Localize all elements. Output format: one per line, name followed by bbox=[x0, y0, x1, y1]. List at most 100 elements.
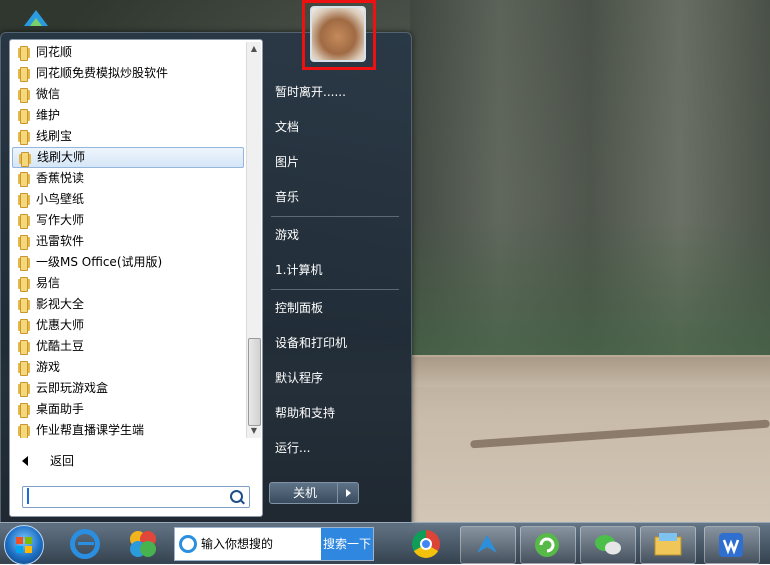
program-item[interactable]: 线刷宝 bbox=[12, 126, 244, 147]
right-menu-item[interactable]: 音乐 bbox=[267, 182, 405, 212]
program-item[interactable]: 影视大全 bbox=[12, 294, 244, 315]
program-label: 作业帮直播课学生端 bbox=[36, 423, 145, 437]
program-list-scrollbar[interactable]: ▲ ▼ bbox=[246, 42, 261, 438]
program-label: 香蕉悦读 bbox=[36, 171, 85, 185]
program-item[interactable]: 小鸟壁纸 bbox=[12, 189, 244, 210]
program-item[interactable]: 微信 bbox=[12, 84, 244, 105]
program-label: 迅雷软件 bbox=[36, 234, 85, 248]
program-item[interactable]: 同花顺 bbox=[12, 42, 244, 63]
taskbar-wps[interactable] bbox=[704, 526, 760, 564]
program-label: 同花顺 bbox=[36, 45, 73, 59]
wechat-icon bbox=[595, 535, 621, 555]
program-item[interactable]: 写作大师 bbox=[12, 210, 244, 231]
ie-small-icon bbox=[179, 535, 197, 553]
program-label: 一级MS Office(试用版) bbox=[36, 255, 163, 269]
folder-icon bbox=[18, 235, 30, 250]
folder-icon bbox=[18, 277, 30, 292]
folder-icon bbox=[18, 130, 30, 145]
program-item[interactable]: 同花顺免费模拟炒股软件 bbox=[12, 63, 244, 84]
program-label: 云即玩游戏盒 bbox=[36, 381, 109, 395]
grass-scenery bbox=[410, 220, 770, 360]
program-item[interactable]: 维护 bbox=[12, 105, 244, 126]
program-item[interactable]: 香蕉悦读 bbox=[12, 168, 244, 189]
right-menu-item[interactable]: 游戏 bbox=[267, 220, 405, 250]
right-menu-item[interactable]: 文档 bbox=[267, 112, 405, 142]
programs-pane: 同花顺同花顺免费模拟炒股软件微信维护线刷宝线刷大师香蕉悦读小鸟壁纸写作大师迅雷软… bbox=[9, 39, 263, 517]
taskbar-app-colorful[interactable] bbox=[116, 526, 170, 562]
start-menu-right-pane: 暂时离开...... 文档图片音乐游戏 1.计算机控制面板设备和打印机 默认程序帮助和… bbox=[267, 73, 405, 513]
program-label: 优惠大师 bbox=[36, 318, 85, 332]
program-item[interactable]: 桌面助手 bbox=[12, 399, 244, 420]
right-menu-item[interactable]: 默认程序 bbox=[267, 363, 405, 393]
program-label: 小鸟壁纸 bbox=[36, 192, 85, 206]
back-button[interactable]: 返回 bbox=[12, 450, 244, 472]
highlight-frame bbox=[302, 0, 376, 70]
bird-app-icon bbox=[477, 535, 497, 553]
folder-icon bbox=[18, 109, 30, 124]
folder-icon bbox=[18, 256, 30, 271]
right-menu-item[interactable]: 控制面板 bbox=[267, 293, 405, 323]
shutdown-options-arrow-icon[interactable] bbox=[337, 482, 359, 504]
program-label: 维护 bbox=[36, 108, 61, 122]
program-list: 同花顺同花顺免费模拟炒股软件微信维护线刷宝线刷大师香蕉悦读小鸟壁纸写作大师迅雷软… bbox=[12, 42, 244, 438]
program-item[interactable]: 云即玩游戏盒 bbox=[12, 378, 244, 399]
taskbar-refresh-app[interactable] bbox=[520, 526, 576, 564]
folder-icon bbox=[18, 172, 30, 187]
start-search-input[interactable] bbox=[27, 488, 233, 504]
program-label: 易信 bbox=[36, 276, 61, 290]
program-label: 线刷宝 bbox=[36, 129, 73, 143]
program-item[interactable]: 优酷土豆 bbox=[12, 336, 244, 357]
start-menu: 同花顺同花顺免费模拟炒股软件微信维护线刷宝线刷大师香蕉悦读小鸟壁纸写作大师迅雷软… bbox=[0, 32, 412, 524]
menu-separator bbox=[271, 216, 399, 217]
folder-icon bbox=[18, 361, 30, 376]
taskbar-explorer[interactable] bbox=[640, 526, 696, 564]
program-item[interactable]: 作业帮直播课学生端 bbox=[12, 420, 244, 438]
folder-icon bbox=[19, 152, 31, 167]
program-item[interactable]: 迅雷软件 bbox=[12, 231, 244, 252]
taskbar-ie[interactable] bbox=[58, 526, 112, 562]
folder-icon bbox=[18, 319, 30, 334]
right-menu-item[interactable]: 帮助和支持 bbox=[267, 398, 405, 428]
right-menu-item[interactable]: 图片 bbox=[267, 147, 405, 177]
scroll-up-icon[interactable]: ▲ bbox=[247, 42, 261, 56]
program-label: 写作大师 bbox=[36, 213, 85, 227]
folder-icon bbox=[18, 46, 30, 61]
right-menu-item[interactable]: 1.计算机 bbox=[267, 255, 405, 285]
program-item[interactable]: 线刷大师 bbox=[12, 147, 244, 168]
taskbar-search-button[interactable]: 搜索一下 bbox=[321, 528, 373, 560]
right-menu-item[interactable]: 运行... bbox=[267, 433, 405, 463]
program-label: 线刷大师 bbox=[37, 150, 86, 164]
green-refresh-icon bbox=[535, 533, 559, 557]
program-item[interactable]: 易信 bbox=[12, 273, 244, 294]
program-item[interactable]: 优惠大师 bbox=[12, 315, 244, 336]
program-label: 同花顺免费模拟炒股软件 bbox=[36, 66, 169, 80]
desktop-app-logo-icon[interactable] bbox=[20, 6, 52, 30]
start-search-box[interactable] bbox=[22, 486, 250, 508]
scroll-down-icon[interactable]: ▼ bbox=[247, 424, 261, 438]
shutdown-button[interactable]: 关机 bbox=[269, 482, 341, 504]
right-menu-item[interactable]: 暂时离开...... bbox=[267, 77, 405, 107]
folder-icon bbox=[18, 298, 30, 313]
program-label: 影视大全 bbox=[36, 297, 85, 311]
program-item[interactable]: 一级MS Office(试用版) bbox=[12, 252, 244, 273]
folder-icon bbox=[18, 88, 30, 103]
program-label: 游戏 bbox=[36, 360, 61, 374]
taskbar-wechat[interactable] bbox=[580, 526, 636, 564]
taskbar-search-widget[interactable]: 输入你想搜的 搜索一下 bbox=[174, 527, 374, 561]
folder-icon bbox=[18, 340, 30, 355]
program-item[interactable]: 游戏 bbox=[12, 357, 244, 378]
start-button[interactable] bbox=[4, 525, 44, 565]
folder-icon bbox=[18, 67, 30, 82]
search-icon[interactable] bbox=[230, 490, 243, 503]
taskbar-chrome[interactable] bbox=[400, 526, 454, 562]
back-label: 返回 bbox=[50, 454, 75, 468]
chrome-icon bbox=[412, 530, 440, 558]
taskbar-search-placeholder[interactable]: 输入你想搜的 bbox=[201, 528, 273, 560]
folder-icon bbox=[18, 424, 30, 438]
wps-icon bbox=[719, 533, 743, 557]
folder-explorer-icon bbox=[654, 533, 682, 556]
taskbar-bird-app[interactable] bbox=[460, 526, 516, 564]
scroll-thumb[interactable] bbox=[248, 338, 261, 426]
back-arrow-icon bbox=[22, 456, 28, 466]
right-menu-item[interactable]: 设备和打印机 bbox=[267, 328, 405, 358]
